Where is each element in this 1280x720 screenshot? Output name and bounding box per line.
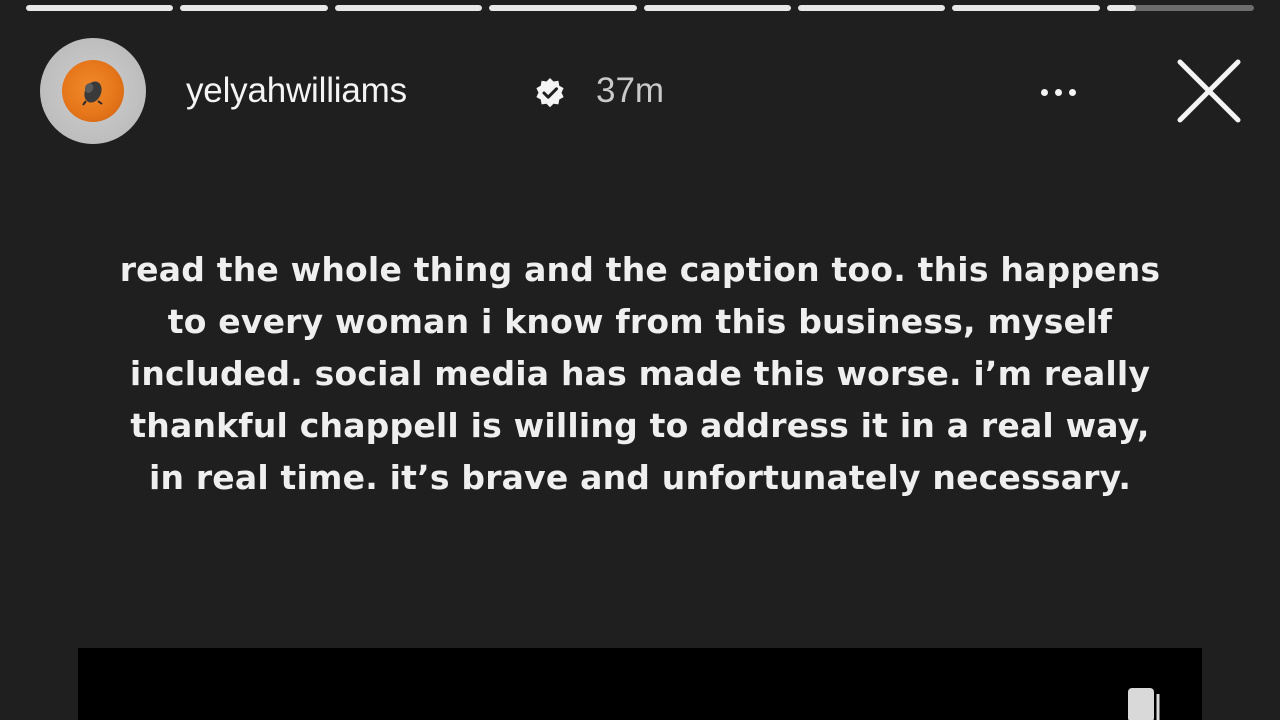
caption-line: included. social media has made this wor…	[129, 354, 1151, 393]
progress-segment	[643, 5, 791, 11]
caption-line: to every woman i know from this business…	[167, 302, 1113, 341]
verified-badge-icon	[534, 77, 566, 109]
multi-post-icon	[1126, 686, 1162, 720]
caption-line: read the whole thing and the caption too…	[119, 250, 1161, 289]
progress-segment	[180, 5, 328, 11]
progress-segment	[1106, 5, 1254, 11]
more-options-icon	[1068, 88, 1076, 96]
story-caption: read the whole thing and the caption too…	[60, 244, 1220, 504]
progress-segment	[26, 5, 174, 11]
close-icon	[1177, 59, 1241, 123]
avatar[interactable]	[40, 38, 146, 144]
more-options-icon	[1040, 88, 1048, 96]
progress-fill	[489, 5, 637, 11]
progress-fill	[180, 5, 328, 11]
avatar-icon	[62, 60, 124, 122]
progress-fill	[1106, 5, 1137, 11]
caption-line: thankful chappell is willing to address …	[130, 406, 1150, 445]
story-timestamp: 37m	[596, 71, 665, 110]
story-header: yelyahwilliams 37m	[40, 38, 1252, 144]
progress-fill	[952, 5, 1100, 11]
embedded-post[interactable]	[78, 648, 1202, 720]
more-options-button[interactable]	[1030, 74, 1086, 110]
progress-fill	[643, 5, 791, 11]
progress-segment	[952, 5, 1100, 11]
progress-fill	[334, 5, 483, 11]
username[interactable]: yelyahwilliams	[186, 70, 407, 112]
caption-line: in real time. it’s brave and unfortunate…	[148, 458, 1132, 497]
progress-segment	[334, 5, 483, 11]
progress-segment	[797, 5, 946, 11]
progress-fill	[797, 5, 946, 11]
story-progress-bars	[26, 5, 1254, 11]
progress-segment	[489, 5, 637, 11]
progress-fill	[26, 5, 174, 11]
close-button[interactable]	[1174, 56, 1244, 126]
more-options-icon	[1054, 88, 1062, 96]
